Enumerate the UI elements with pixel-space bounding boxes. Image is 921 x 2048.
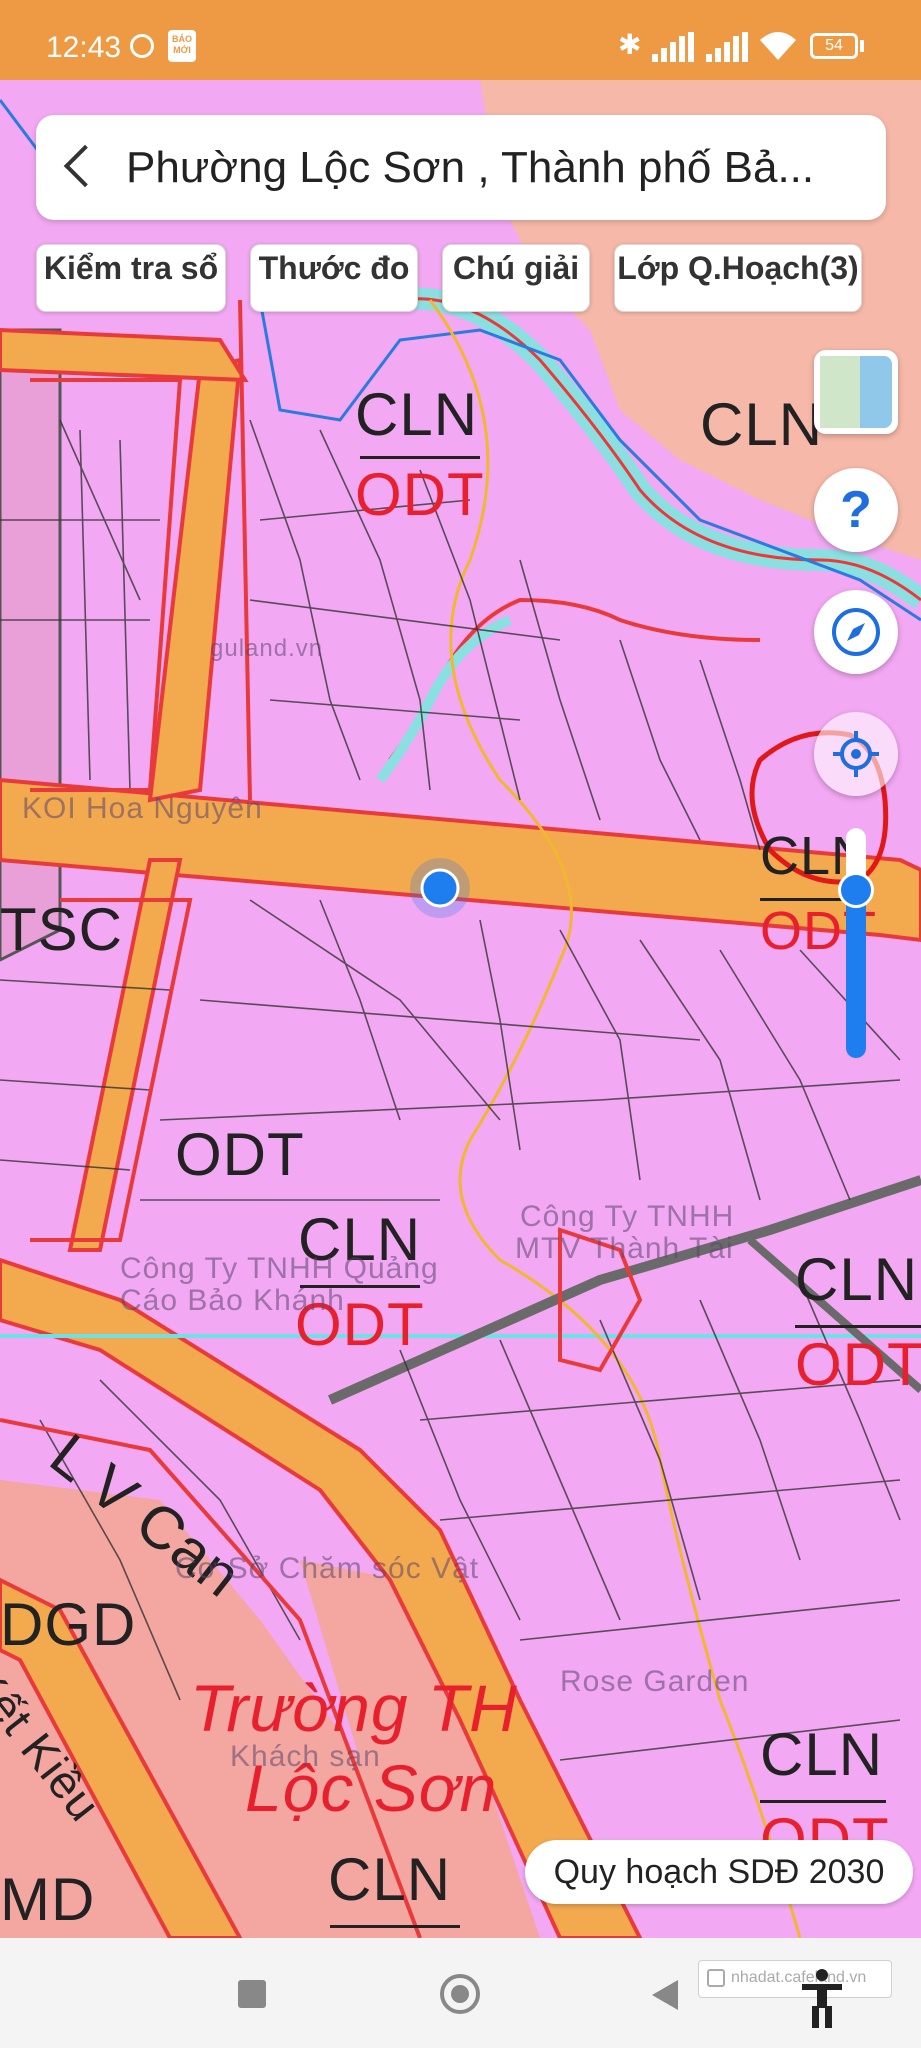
label-divider	[760, 1800, 886, 1803]
map-label-cln: CLN	[760, 1721, 884, 1788]
status-bar: 12:43 BÁO MỚI ✱ 54	[0, 0, 921, 80]
map-label-tsc: TSC	[0, 896, 123, 963]
map-label-md: MD	[0, 1866, 96, 1933]
poi-label: Khách sạn	[230, 1740, 381, 1773]
slider-thumb[interactable]	[838, 872, 874, 908]
android-nav-bar: nhadat.cafeland.vn	[0, 1938, 921, 2048]
wifi-icon	[760, 32, 796, 60]
accessibility-icon[interactable]	[800, 1968, 844, 2028]
compass-icon	[832, 608, 880, 656]
map-label-dgd: DGD	[0, 1591, 137, 1658]
home-icon-dot	[451, 1985, 469, 2003]
poi-label: Cáo Bảo Khánh	[120, 1284, 345, 1317]
poi-label: Cơ Sở Chăm sóc Vật	[175, 1552, 480, 1585]
poi-label: Công Ty TNHH	[520, 1200, 735, 1233]
news-app-icon: BÁO MỚI	[168, 30, 196, 62]
bluetooth-icon: ✱	[618, 29, 642, 60]
opacity-slider[interactable]	[838, 828, 874, 1058]
battery-tip	[860, 40, 864, 52]
map-label-cln: CLN	[328, 1846, 452, 1913]
legend-button[interactable]: Chú giải	[442, 244, 590, 312]
map-label-cln: CLN	[355, 381, 479, 448]
battery-level: 54	[825, 37, 843, 54]
poi-label: Công Ty TNHH Quảng	[120, 1252, 439, 1285]
map-watermark: guland.vn	[210, 635, 324, 662]
plan-version-badge[interactable]: Quy hoạch SDĐ 2030	[525, 1840, 913, 1904]
status-time: 12:43	[46, 31, 122, 64]
map-label-cln: CLN	[700, 391, 824, 458]
signal-bars-icon	[652, 32, 694, 62]
map-type-button[interactable]	[814, 350, 898, 434]
school-label: Trường TH	[190, 1671, 518, 1745]
planning-map[interactable]: CLN ODT CLN TSC ODT CLN ODT CLN ODT CLN …	[0, 80, 921, 1938]
recent-apps-icon[interactable]	[238, 1980, 266, 2008]
gps-target-icon	[833, 731, 879, 777]
map-label-odt: ODT	[355, 461, 485, 528]
compass-button[interactable]	[814, 590, 898, 674]
watermark-text: nhadat.cafeland.vn	[731, 1969, 867, 1986]
poi-label: KOI Hoa Nguyên	[22, 792, 263, 825]
sync-icon	[130, 34, 154, 58]
planning-layer-button[interactable]: Lớp Q.Hoạch(3)	[614, 244, 862, 312]
map-thumbnail-icon	[820, 356, 892, 428]
label-divider	[330, 1925, 460, 1928]
signal-bars-icon-2	[706, 32, 748, 62]
map-label-cln: CLN	[795, 1246, 919, 1313]
watermark-box: nhadat.cafeland.vn	[698, 1960, 892, 1998]
map-canvas	[0, 80, 921, 1938]
poi-label: Rose Garden	[560, 1665, 750, 1698]
location-header: Phường Lộc Sơn , Thành phố Bả...	[36, 115, 886, 220]
house-logo-icon	[707, 1969, 725, 1987]
map-label-odt: ODT	[175, 1121, 305, 1188]
page-title: Phường Lộc Sơn , Thành phố Bả...	[126, 143, 815, 192]
help-button[interactable]: ?	[814, 468, 898, 552]
back-icon[interactable]	[650, 1978, 680, 2012]
back-arrow-icon[interactable]	[63, 144, 107, 188]
label-divider	[360, 456, 480, 459]
map-label-odt: ODT	[795, 1331, 921, 1398]
check-title-button[interactable]: Kiểm tra sổ	[36, 244, 226, 312]
help-icon: ?	[840, 481, 872, 539]
label-divider	[795, 1325, 921, 1328]
map-thumbnail-land	[820, 356, 860, 428]
home-icon[interactable]	[440, 1974, 480, 2014]
map-label-dgd: DGD	[328, 1930, 464, 1938]
my-location-button[interactable]	[814, 712, 898, 796]
battery-icon: 54	[810, 33, 858, 59]
measure-button[interactable]: Thước đo	[250, 244, 418, 312]
poi-label: MTV Thành Tài	[515, 1232, 734, 1265]
